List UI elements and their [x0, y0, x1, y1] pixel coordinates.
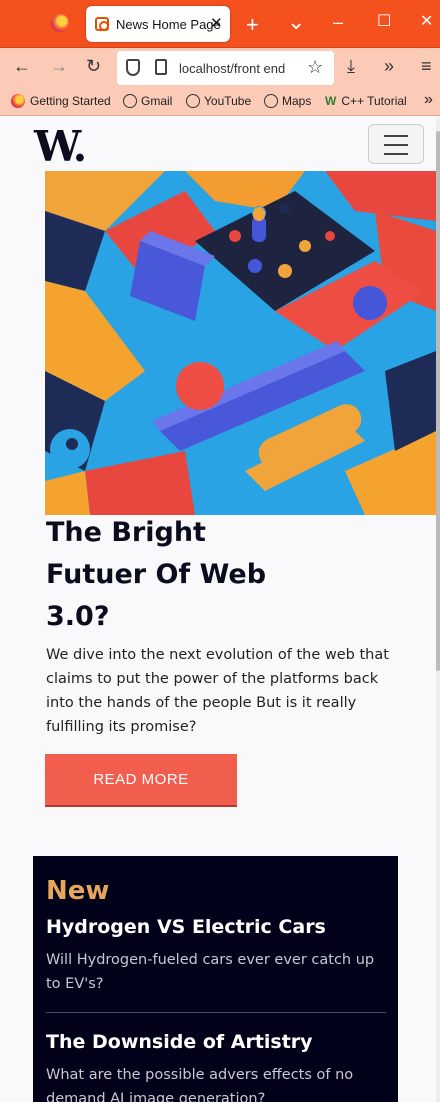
new-item-title[interactable]: Hydrogen VS Electric Cars	[46, 916, 326, 938]
bookmark-gmail[interactable]: Gmail	[123, 94, 172, 108]
bookmarks-toolbar: Getting Started Gmail YouTube Maps W C++ …	[0, 88, 440, 116]
hamburger-line	[384, 144, 408, 146]
tab-news-home[interactable]: News Home Page ✕	[86, 6, 230, 42]
tab-list-icon[interactable]: ⌄	[287, 11, 305, 33]
w3-icon: W	[325, 94, 337, 108]
new-item-desc: What are the possible advers effects of …	[46, 1067, 354, 1102]
bookmark-star-icon[interactable]: ☆	[307, 57, 323, 78]
tab-favicon-icon	[95, 17, 109, 31]
page-viewport: W. The Bright Futuer Of Web 3.0? We dive…	[0, 117, 440, 1102]
bookmark-maps[interactable]: Maps	[264, 94, 311, 108]
site-logo[interactable]: W.	[34, 122, 87, 171]
bookmarks-overflow-icon[interactable]: »	[424, 91, 433, 109]
browser-nav-bar: ← → ↻ localhost/front end ☆ ⤓ » ≡	[0, 48, 440, 88]
globe-icon	[186, 94, 200, 108]
minimize-button[interactable]: –	[333, 13, 343, 31]
hamburger-line	[384, 153, 408, 155]
firefox-icon	[11, 94, 25, 108]
article-headline[interactable]: The Bright Futuer Of Web 3.0?	[46, 512, 306, 638]
page-info-icon[interactable]	[155, 59, 167, 75]
globe-icon	[264, 94, 278, 108]
new-item-desc: Will Hydrogen-fueled cars ever ever catc…	[46, 952, 375, 992]
hero-illustration	[45, 171, 436, 515]
article-excerpt: We dive into the next evolution of the w…	[46, 647, 389, 735]
hamburger-line	[384, 135, 408, 137]
tab-close-icon[interactable]: ✕	[210, 14, 223, 32]
app-menu-icon[interactable]: ≡	[421, 57, 432, 75]
new-item-divider	[46, 1012, 386, 1013]
globe-icon	[123, 94, 137, 108]
forward-icon[interactable]: →	[50, 57, 68, 75]
firefox-icon[interactable]	[51, 14, 69, 32]
page-scrollbar[interactable]	[436, 117, 440, 1102]
more-tools-icon[interactable]: »	[384, 57, 394, 75]
new-item-title[interactable]: The Downside of Artistry	[46, 1031, 313, 1053]
url-bar[interactable]: localhost/front end ☆	[117, 51, 334, 85]
shield-icon[interactable]	[126, 59, 140, 76]
bookmark-getting-started[interactable]: Getting Started	[11, 94, 111, 108]
new-section-title: New	[46, 876, 110, 906]
hamburger-menu-button[interactable]	[368, 124, 424, 164]
browser-tab-bar: News Home Page ✕ + ⌄ – ☐ ✕	[0, 0, 440, 48]
new-articles-panel: New Hydrogen VS Electric Cars Will Hydro…	[33, 856, 398, 1102]
hero-image	[45, 171, 436, 515]
url-text[interactable]: localhost/front end	[179, 61, 297, 76]
new-tab-button[interactable]: +	[246, 14, 259, 36]
close-window-button[interactable]: ✕	[420, 14, 433, 30]
tab-title: News Home Page	[116, 17, 221, 32]
read-more-button[interactable]: READ MORE	[45, 754, 237, 807]
bookmark-youtube[interactable]: YouTube	[186, 94, 251, 108]
bookmark-cpp-tutorial[interactable]: W C++ Tutorial	[325, 94, 407, 108]
downloads-icon[interactable]: ⤓	[347, 57, 355, 75]
back-icon[interactable]: ←	[13, 57, 31, 75]
reload-icon[interactable]: ↻	[86, 57, 101, 75]
maximize-button[interactable]: ☐	[377, 14, 391, 30]
scrollbar-thumb[interactable]	[436, 131, 440, 671]
